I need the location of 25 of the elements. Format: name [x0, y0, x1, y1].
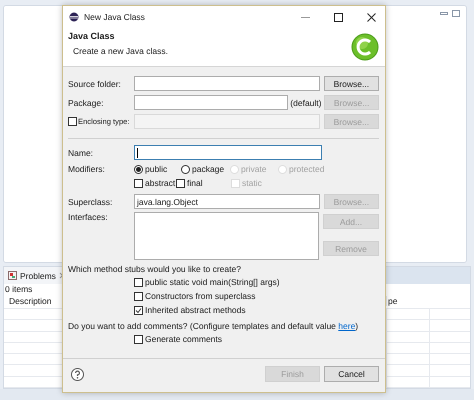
radio-label: package [192, 164, 224, 174]
page-heading: Java Class [68, 31, 116, 41]
checkbox-label: final [187, 178, 203, 188]
field-label: Superclass: [68, 196, 114, 206]
checkbox-label: public static void main(String[] args) [145, 277, 280, 287]
checkbox-label: static [242, 178, 262, 188]
tab-label: Problems [20, 270, 56, 280]
field-label: Interfaces: [68, 212, 109, 222]
checkbox-label: Constructors from superclass [145, 291, 256, 301]
radio-label: protected [289, 164, 324, 174]
radio-label: private [241, 164, 267, 174]
default-label: (default) [289, 98, 320, 108]
question-text: Which method stubs would you like to create? [68, 264, 241, 274]
checkbox-label: Inherited abstract methods [145, 305, 246, 315]
page-message: Create a new Java class. [72, 46, 169, 56]
radio-label: public [145, 164, 168, 174]
window-title: New Java Class [84, 12, 145, 22]
field-label: Source folder: [68, 78, 122, 88]
checkbox-label: Generate comments [145, 334, 222, 344]
field-label: Name: [68, 148, 94, 158]
field-label: Modifiers: [68, 164, 106, 174]
field-label: Package: [68, 98, 104, 108]
question-text: Do you want to add comments? (Configure templates and default value here) [68, 320, 358, 330]
checkbox-label: abstract [145, 178, 176, 188]
item-count: 0 items [4, 284, 34, 294]
